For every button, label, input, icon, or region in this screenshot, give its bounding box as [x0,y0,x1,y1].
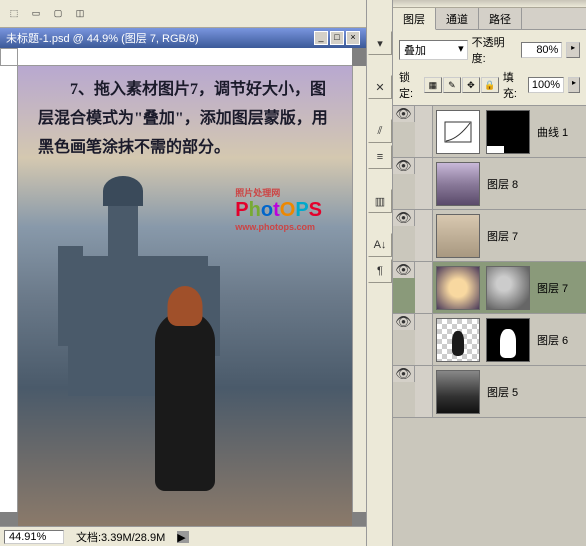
zoom-input[interactable]: 44.91% [4,530,64,544]
scrollbar-vertical[interactable] [352,66,366,512]
instruction-text: 7、拖入素材图片7，调节好大小，图层混合模式为"叠加"，添加图层蒙版，用黑色画笔… [38,76,332,162]
fill-label: 填充: [503,69,524,101]
visibility-toggle[interactable]: 👁 [393,314,415,330]
tab-channels[interactable]: 通道 [436,8,479,29]
layers-list: 👁 曲线 1 👁 图层 8 👁 图层 7 👁 图层 7 [393,106,586,546]
ruler-horizontal[interactable] [18,48,352,66]
lock-all-icon[interactable]: 🔒 [481,77,499,93]
visibility-toggle[interactable]: 👁 [393,366,415,382]
layer-thumb[interactable] [436,266,480,310]
layer-row-7a[interactable]: 👁 图层 7 [393,210,586,262]
link-col[interactable] [415,366,433,417]
fill-arrow[interactable]: ▸ [568,77,580,93]
layer-row-5[interactable]: 👁 图层 5 [393,366,586,418]
app-toolbar: ⬚ ▭ ▢ ◫ [0,0,366,28]
link-col[interactable] [415,210,433,261]
panel-handle[interactable] [393,0,586,8]
mask-thumb[interactable] [486,266,530,310]
layer-name[interactable]: 图层 5 [483,384,518,400]
layer-name[interactable]: 图层 7 [483,228,518,244]
fill-input[interactable]: 100% [528,77,564,93]
eye-icon: 👁 [395,210,412,226]
close-button[interactable]: × [346,31,360,45]
ruler-vertical[interactable] [0,66,18,512]
layer-name[interactable]: 图层 7 [533,280,568,296]
tool-btn-2[interactable]: ▭ [26,4,46,24]
visibility-toggle[interactable]: 👁 [393,210,415,226]
lock-label: 锁定: [399,69,420,101]
curves-icon [444,121,472,143]
layer-thumb[interactable] [436,318,480,362]
tab-paths[interactable]: 路径 [479,8,522,29]
canvas-area: 7、拖入素材图片7，调节好大小，图层混合模式为"叠加"，添加图层蒙版，用黑色画笔… [0,48,366,526]
crossed-tools-icon[interactable]: ✕ [368,75,392,99]
file-info: 文档:3.39M/28.9M [76,529,165,545]
opacity-input[interactable]: 80% [521,42,562,58]
tool-btn-4[interactable]: ◫ [70,4,90,24]
visibility-toggle[interactable]: 👁 [393,106,415,122]
ruler-corner[interactable] [0,48,18,66]
vertical-toolbox: ▾ ✕ ⫽ ≡ ▥ A↓ ¶ [367,0,393,546]
eye-icon: 👁 [395,366,412,382]
figure-image [155,311,215,491]
minimize-button[interactable]: _ [314,31,328,45]
eye-icon: 👁 [395,262,412,278]
blend-mode-select[interactable]: 叠加 [399,40,468,60]
document-title-bar: 未标题-1.psd @ 44.9% (图层 7, RGB/8) _ □ × [0,28,366,48]
layer-name[interactable]: 图层 8 [483,176,518,192]
mask-thumb[interactable] [486,318,530,362]
histogram-tool-icon[interactable]: ▥ [368,189,392,213]
photops-logo: 照片处理网 PhotOPS www.photops.com [235,186,322,232]
document-title: 未标题-1.psd @ 44.9% (图层 7, RGB/8) [6,30,199,46]
status-arrow[interactable]: ▶ [177,531,189,543]
layer-thumb[interactable] [436,370,480,414]
status-bar: 44.91% 文档:3.39M/28.9M ▶ [0,526,366,546]
tool-btn-1[interactable]: ⬚ [4,4,24,24]
link-col[interactable] [415,314,433,365]
panel-controls: 叠加 不透明度: 80% ▸ 锁定: ▦ ✎ ✥ 🔒 填充: 100% ▸ [393,30,586,106]
mask-thumb[interactable] [486,110,530,154]
adjustment-thumb[interactable] [436,110,480,154]
visibility-toggle[interactable]: 👁 [393,158,415,174]
lock-position-icon[interactable]: ✥ [462,77,480,93]
text-tool-icon[interactable]: A↓ [368,233,392,257]
layer-row-7b[interactable]: 👁 图层 7 [393,262,586,314]
layer-row-6[interactable]: 👁 图层 6 [393,314,586,366]
layers-panel: 图层 通道 路径 叠加 不透明度: 80% ▸ 锁定: ▦ ✎ ✥ 🔒 填充: … [393,0,586,546]
layer-row-curves1[interactable]: 👁 曲线 1 [393,106,586,158]
tab-layers[interactable]: 图层 [393,8,436,30]
layer-name[interactable]: 曲线 1 [533,124,568,140]
lock-pixels-icon[interactable]: ✎ [443,77,461,93]
panel-tabs: 图层 通道 路径 [393,8,586,30]
arrow-tool-icon[interactable]: ▾ [368,31,392,55]
opacity-label: 不透明度: [472,34,518,66]
lock-transparency-icon[interactable]: ▦ [424,77,442,93]
link-col[interactable] [415,158,433,209]
eye-icon: 👁 [395,158,412,174]
options-tool-icon[interactable]: ≡ [368,145,392,169]
eye-icon: 👁 [395,314,412,330]
canvas[interactable]: 7、拖入素材图片7，调节好大小，图层混合模式为"叠加"，添加图层蒙版，用黑色画笔… [18,66,352,526]
tool-btn-3[interactable]: ▢ [48,4,68,24]
paragraph-tool-icon[interactable]: ¶ [368,259,392,283]
layer-row-8[interactable]: 👁 图层 8 [393,158,586,210]
link-col[interactable] [415,106,433,157]
opacity-arrow[interactable]: ▸ [566,42,580,58]
eye-icon: 👁 [395,106,412,122]
brush-tool-icon[interactable]: ⫽ [368,119,392,143]
layer-name[interactable]: 图层 6 [533,332,568,348]
visibility-toggle[interactable]: 👁 [393,262,415,278]
maximize-button[interactable]: □ [330,31,344,45]
layer-thumb[interactable] [436,214,480,258]
link-col[interactable] [415,262,433,313]
logo-url: www.photops.com [235,222,322,232]
logo-prefix: 照片处理网 [235,186,322,199]
layer-thumb[interactable] [436,162,480,206]
